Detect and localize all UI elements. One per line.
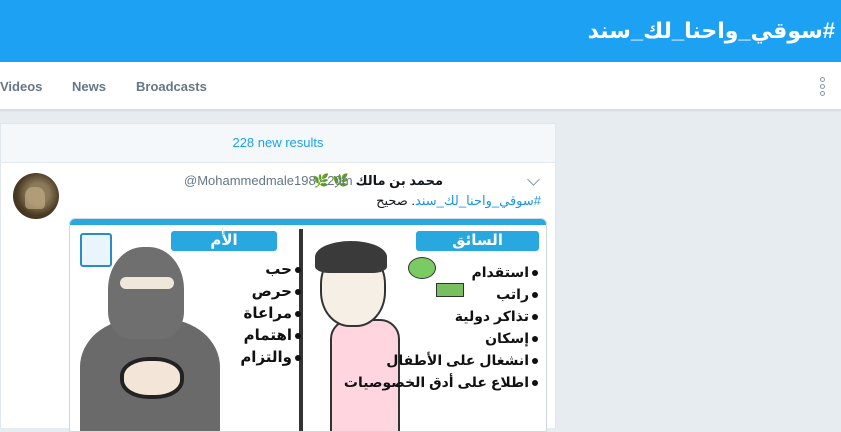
list-item: تذاكر دولية — [344, 305, 538, 327]
timeline-stream: 228 new results محمد بن مالك 🌿 🌿 @Mohamm… — [0, 123, 556, 432]
list-item: راتب — [344, 283, 538, 305]
heart-hands-icon — [120, 357, 184, 399]
tab-videos[interactable]: Videos — [0, 79, 42, 94]
tweet-item[interactable]: محمد بن مالك 🌿 🌿 @Mohammedmale198 · 20m … — [1, 163, 555, 432]
top-header-bar: #سوقي_واحنا_لك_سند — [0, 0, 841, 62]
tweet-text: #سوقي_واحنا_لك_سند. صحيح — [376, 193, 541, 209]
tab-news[interactable]: News — [72, 79, 106, 94]
mother-list: حب حرص مراعاة اهتمام والتزام — [240, 259, 301, 369]
driver-list: استقدام راتب تذاكر دولية إسكان انشغال عل… — [344, 261, 538, 393]
chevron-down-icon[interactable] — [527, 173, 540, 186]
list-item: اطلاع على أدق الخصوصيات — [344, 371, 538, 393]
media-top-strip — [70, 219, 546, 225]
tweet-media-image[interactable]: الأم السائق حب حرص مراعاة اهتمام والتزام… — [69, 218, 547, 432]
tweet-meta: @Mohammedmale198 · 20m — [184, 173, 353, 188]
tweet-text-rest: . صحيح — [376, 193, 416, 208]
list-item: مراعاة — [240, 303, 301, 325]
page-title: #سوقي_واحنا_لك_سند — [587, 18, 835, 43]
list-item: إسكان — [344, 327, 538, 349]
list-item: انشغال على الأطفال — [344, 349, 538, 371]
avatar[interactable] — [13, 173, 59, 219]
tweet-time[interactable]: · 20m — [319, 173, 352, 188]
newspaper-logo-icon — [80, 233, 112, 267]
list-item: اهتمام — [240, 325, 301, 347]
list-item: استقدام — [344, 261, 538, 283]
list-item: حب — [240, 259, 301, 281]
mother-figure-head — [108, 247, 184, 339]
list-item: حرص — [240, 281, 301, 303]
cartoon-label-driver: السائق — [416, 231, 539, 251]
tweet-username[interactable]: @Mohammedmale198 — [184, 173, 316, 188]
list-item: والتزام — [240, 347, 301, 369]
tweet-hashtag-link[interactable]: #سوقي_واحنا_لك_سند — [415, 193, 541, 208]
search-tabs-bar: Videos News Broadcasts — [0, 62, 841, 110]
mother-figure-eyes — [120, 277, 174, 289]
tweet-fullname[interactable]: محمد بن مالك — [356, 173, 443, 188]
tab-broadcasts[interactable]: Broadcasts — [136, 79, 207, 94]
cartoon-label-mother: الأم — [171, 231, 277, 251]
more-vertical-icon[interactable] — [819, 77, 827, 96]
new-results-bar[interactable]: 228 new results — [1, 124, 555, 163]
